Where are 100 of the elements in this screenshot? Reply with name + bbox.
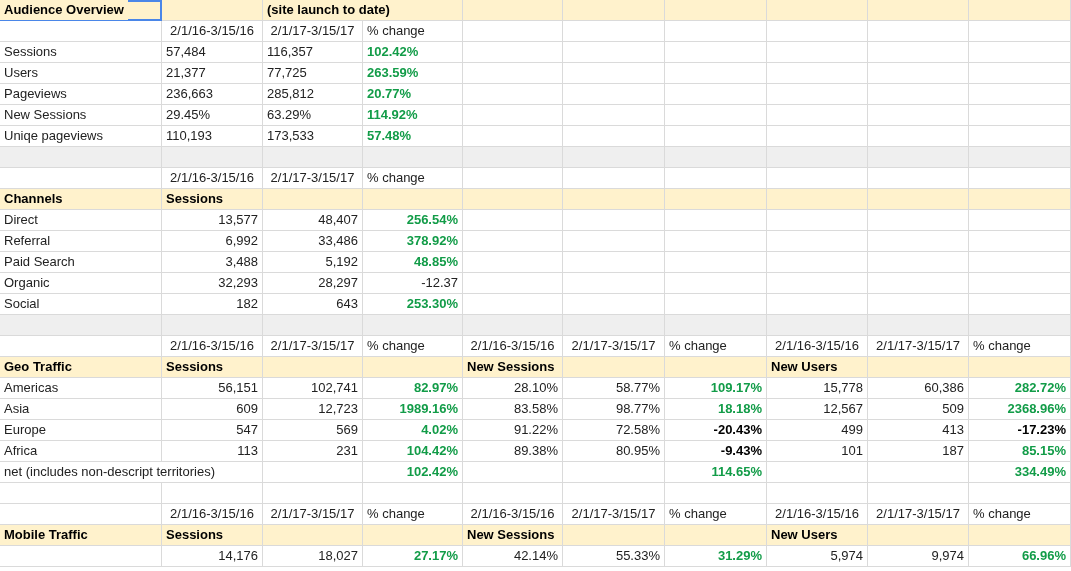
table-cell-text: Organic <box>3 274 51 292</box>
table-cell-text: New Sessions <box>3 106 88 124</box>
table-cell-text: 14,176 <box>217 547 259 565</box>
change-cell-text: 378.92% <box>405 232 459 250</box>
change-cell-text: 27.17% <box>412 547 459 565</box>
table-cell-text: 48,407 <box>317 211 359 229</box>
change-cell-text: -9.43% <box>719 442 763 460</box>
table-cell-text: 21,377 <box>165 64 207 82</box>
section-heading: Channels <box>3 190 64 208</box>
change-cell-text: 109.17% <box>709 379 763 397</box>
table-cell-text: % change <box>972 505 1032 523</box>
table-cell-text: 569 <box>335 421 359 439</box>
table-cell-text: % change <box>972 337 1032 355</box>
date-range-cell-text: 2/1/17-3/15/17 <box>269 22 356 40</box>
table-cell-text: 285,812 <box>266 85 315 103</box>
table-cell-text: 182 <box>235 295 259 313</box>
table-cell-text: 116,357 <box>266 43 315 61</box>
table-cell-text: 101 <box>840 442 864 460</box>
table-cell-text: 6,992 <box>224 232 259 250</box>
table-cell-text: 413 <box>941 421 965 439</box>
date-range-cell-text: 2/1/17-3/15/17 <box>875 337 961 355</box>
date-range-cell-text: 2/1/17-3/15/17 <box>269 505 356 523</box>
change-cell-text: 2368.96% <box>1006 400 1067 418</box>
table-cell-text: 110,193 <box>165 127 214 145</box>
change-cell-text: 282.72% <box>1013 379 1067 397</box>
table-cell-text: 231 <box>335 442 359 460</box>
change-cell-text: 31.29% <box>716 547 763 565</box>
table-cell-text: 72.58% <box>614 421 661 439</box>
change-cell-text: 82.97% <box>412 379 459 397</box>
table-cell-text: 89.38% <box>512 442 559 460</box>
table-cell-text: 187 <box>941 442 965 460</box>
table-cell-text: 98.77% <box>614 400 661 418</box>
section-heading: Audience Overview <box>0 0 128 20</box>
table-cell-text: Pageviews <box>3 85 68 103</box>
date-range-cell-text: 2/1/16-3/15/16 <box>469 505 556 523</box>
date-range-cell-text: 2/1/16-3/15/16 <box>774 505 860 523</box>
table-cell-text: % change <box>366 505 426 523</box>
change-cell-text: 104.42% <box>405 442 459 460</box>
table-cell-text: % change <box>668 337 728 355</box>
table-cell-text: Africa <box>3 442 39 460</box>
section-heading: Mobile Traffic <box>3 526 89 544</box>
table-cell-text: 547 <box>235 421 259 439</box>
change-cell-text: 48.85% <box>412 253 459 271</box>
change-cell-text: 1989.16% <box>398 400 459 418</box>
table-cell-text: 28.10% <box>512 379 559 397</box>
table-cell-text: 42.14% <box>512 547 559 565</box>
table-cell-text: 102,741 <box>310 379 359 397</box>
table-cell-text: 28,297 <box>317 274 359 292</box>
table-cell-text: 55.33% <box>614 547 661 565</box>
date-range-cell-text: 2/1/17-3/15/17 <box>570 505 657 523</box>
table-cell-text: Europe <box>3 421 47 439</box>
change-cell-text: 66.96% <box>1020 547 1067 565</box>
table-cell-text: 33,486 <box>317 232 359 250</box>
table-cell-text: 56,151 <box>217 379 259 397</box>
table-cell-text: 15,778 <box>822 379 864 397</box>
table-cell-text: 58.77% <box>614 379 661 397</box>
table-cell-text: 173,533 <box>266 127 315 145</box>
table-cell-text: Uniqe pageviews <box>3 127 104 145</box>
change-cell-text: 114.92% <box>366 106 419 124</box>
table-cell-text: Paid Search <box>3 253 76 271</box>
table-cell-text: % change <box>668 505 728 523</box>
date-range-cell-text: 2/1/16-3/15/16 <box>169 169 255 187</box>
date-range-cell-text: 2/1/17-3/15/17 <box>269 337 356 355</box>
table-cell-text: Social <box>3 295 41 313</box>
table-cell-text: 5,192 <box>324 253 359 271</box>
date-range-cell-text: 2/1/16-3/15/16 <box>169 505 255 523</box>
change-cell-text: 256.54% <box>405 211 459 229</box>
change-cell-text: 57.48% <box>366 127 413 145</box>
table-cell-text: 3,488 <box>224 253 259 271</box>
date-range-cell-text: 2/1/16-3/15/16 <box>169 337 255 355</box>
table-cell-text: 9,974 <box>930 547 965 565</box>
change-cell-text: 102.42% <box>366 43 420 61</box>
table-cell-text: 12,567 <box>822 400 864 418</box>
date-range-cell-text: 2/1/17-3/15/17 <box>269 169 356 187</box>
table-cell-text: Referral <box>3 232 52 250</box>
table-cell-text: 113 <box>236 442 259 460</box>
table-cell-text: 509 <box>941 400 965 418</box>
table-cell-text: 499 <box>840 421 864 439</box>
change-cell-text: 263.59% <box>366 64 420 82</box>
table-cell-text: 57,484 <box>165 43 207 61</box>
change-cell-text: 4.02% <box>420 421 459 439</box>
table-cell-text: 18,027 <box>317 547 359 565</box>
change-cell-text: 114.65% <box>710 463 763 481</box>
table-cell-text: 609 <box>235 400 259 418</box>
table-cell-text: Sessions <box>3 43 58 61</box>
table-cell-text: Direct <box>3 211 39 229</box>
table-cell-text: 83.58% <box>512 400 559 418</box>
table-cell-text: 236,663 <box>165 85 214 103</box>
change-cell-text: 20.77% <box>366 85 413 103</box>
table-cell-text: 643 <box>335 295 359 313</box>
table-cell-text: 80.95% <box>614 442 661 460</box>
table-cell-text: Americas <box>3 379 60 397</box>
table-cell-text: Asia <box>3 400 31 418</box>
date-range-cell-text: 2/1/17-3/15/17 <box>875 505 961 523</box>
change-cell-text: 253.30% <box>405 295 459 313</box>
date-range-cell-text: 2/1/17-3/15/17 <box>570 337 657 355</box>
date-range-cell-text: 2/1/16-3/15/16 <box>469 337 556 355</box>
table-cell-text: 29.45% <box>165 106 212 124</box>
change-cell-text: -17.23% <box>1016 421 1067 439</box>
table-cell-text: 12,723 <box>317 400 359 418</box>
